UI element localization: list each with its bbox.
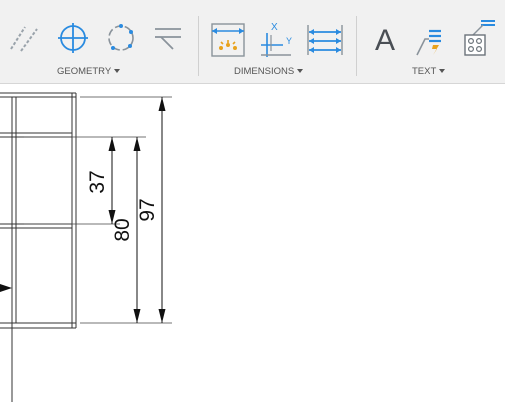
dimension-97[interactable]: 97 [136, 97, 166, 323]
center-mark-tool[interactable] [55, 20, 91, 56]
drawing-canvas[interactable]: 37 80 97 [0, 85, 505, 402]
dimension-80[interactable]: 80 [111, 137, 141, 323]
construction-line-icon [10, 26, 38, 52]
svg-text:X: X [271, 22, 278, 33]
text-group-menu[interactable]: TEXT [412, 64, 446, 78]
linear-dimension-icon [211, 23, 245, 57]
hole-table-icon [464, 20, 495, 56]
dimension-80-label: 80 [111, 218, 134, 241]
ordinate-dimension-icon: X Y [261, 22, 292, 57]
dimension-37-label: 37 [86, 170, 109, 193]
ordinate-dimension-tool[interactable]: X Y [256, 18, 296, 60]
dimensions-group-menu[interactable]: DIMENSIONS [234, 64, 304, 78]
text-icon: A [374, 24, 395, 57]
dimensions-group-label: DIMENSIONS [234, 65, 295, 77]
toolbar-divider [198, 16, 199, 76]
drawing-toolbar: GEOMETRY X Y DIMENSIONS A TEXT [0, 0, 505, 84]
drawing-view[interactable]: 37 80 97 [0, 85, 505, 402]
circle-center-tool[interactable] [103, 20, 139, 56]
baseline-dimension-icon [307, 25, 343, 55]
geometry-group-menu[interactable]: GEOMETRY [57, 64, 121, 78]
leader-text-tool[interactable] [412, 20, 448, 60]
geometry-group-label: GEOMETRY [57, 65, 112, 77]
chevron-down-icon [114, 69, 121, 73]
text-group-label: TEXT [412, 65, 437, 77]
text-tool[interactable]: A [366, 22, 404, 60]
svg-text:Y: Y [286, 36, 292, 46]
baseline-dimension-tool[interactable] [303, 20, 347, 60]
chevron-down-icon [439, 69, 446, 73]
toolbar-divider [356, 16, 357, 76]
center-mark-icon [58, 23, 88, 53]
hole-table-tool[interactable] [458, 14, 498, 58]
leader-line-tool[interactable] [150, 20, 186, 56]
leader-text-icon [416, 29, 441, 56]
circle-center-icon [108, 24, 134, 51]
linear-dimension-tool[interactable] [208, 20, 248, 60]
chevron-down-icon [297, 69, 304, 73]
dimension-37[interactable]: 37 [86, 137, 116, 224]
dimension-97-label: 97 [136, 198, 159, 221]
leader-line-icon [155, 28, 181, 50]
arrowhead [0, 284, 12, 292]
construction-line-tool[interactable] [6, 20, 42, 56]
